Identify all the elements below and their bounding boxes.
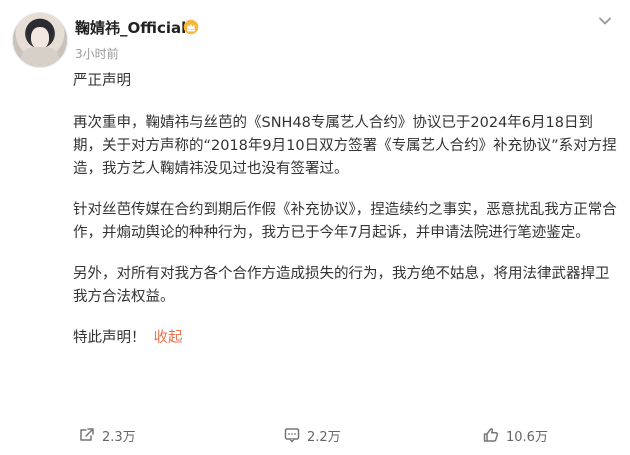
verified-badge-icon: [183, 19, 199, 35]
author-name[interactable]: 鞠婧祎_Official: [75, 17, 186, 38]
comment-button[interactable]: 2.2万: [283, 420, 341, 450]
post-actions: 2.3万 2.2万 10.6万: [0, 420, 630, 455]
repost-button[interactable]: 2.3万: [78, 420, 136, 450]
repost-count: 2.3万: [102, 429, 136, 445]
avatar-face: [31, 27, 49, 49]
avatar[interactable]: [12, 12, 68, 68]
like-count: 10.6万: [506, 429, 548, 445]
post-paragraph-3: 另外，对所有对我方各个合作方造成损失的行为，我方绝不姑息，将用法律武器捍卫我方合…: [73, 266, 610, 305]
post-closing-text: 特此声明！: [73, 330, 146, 346]
avatar-body: [21, 47, 59, 67]
post-content: 严正声明 再次重申，鞠婧祎与丝芭的《SNH48专属艺人合约》协议已于2024年6…: [73, 70, 618, 368]
repost-icon: [80, 428, 94, 441]
collapse-link[interactable]: 收起: [154, 330, 183, 346]
post-paragraph-1: 再次重申，鞠婧祎与丝芭的《SNH48专属艺人合约》协议已于2024年6月18日到…: [73, 115, 617, 177]
post-closing-line: 特此声明！ 收起: [73, 327, 618, 350]
comment-icon: [284, 428, 300, 443]
post-title: 严正声明: [73, 73, 131, 89]
chevron-down-icon[interactable]: [596, 12, 614, 30]
post-header: 鞠婧祎_Official 3小时前: [0, 0, 630, 72]
comment-count: 2.2万: [307, 429, 341, 445]
weibo-post: 鞠婧祎_Official 3小时前 严正声明 再次重申，鞠婧祎与丝芭的《SNH4…: [0, 0, 630, 455]
like-button[interactable]: 10.6万: [482, 420, 548, 450]
post-time[interactable]: 3小时前: [75, 45, 119, 62]
post-paragraph-2: 针对丝芭传媒在合约到期后作假《补充协议》，捏造续约之事实，恶意扰乱我方正常合作，…: [73, 202, 617, 241]
thumbs-up-icon: [483, 428, 499, 442]
